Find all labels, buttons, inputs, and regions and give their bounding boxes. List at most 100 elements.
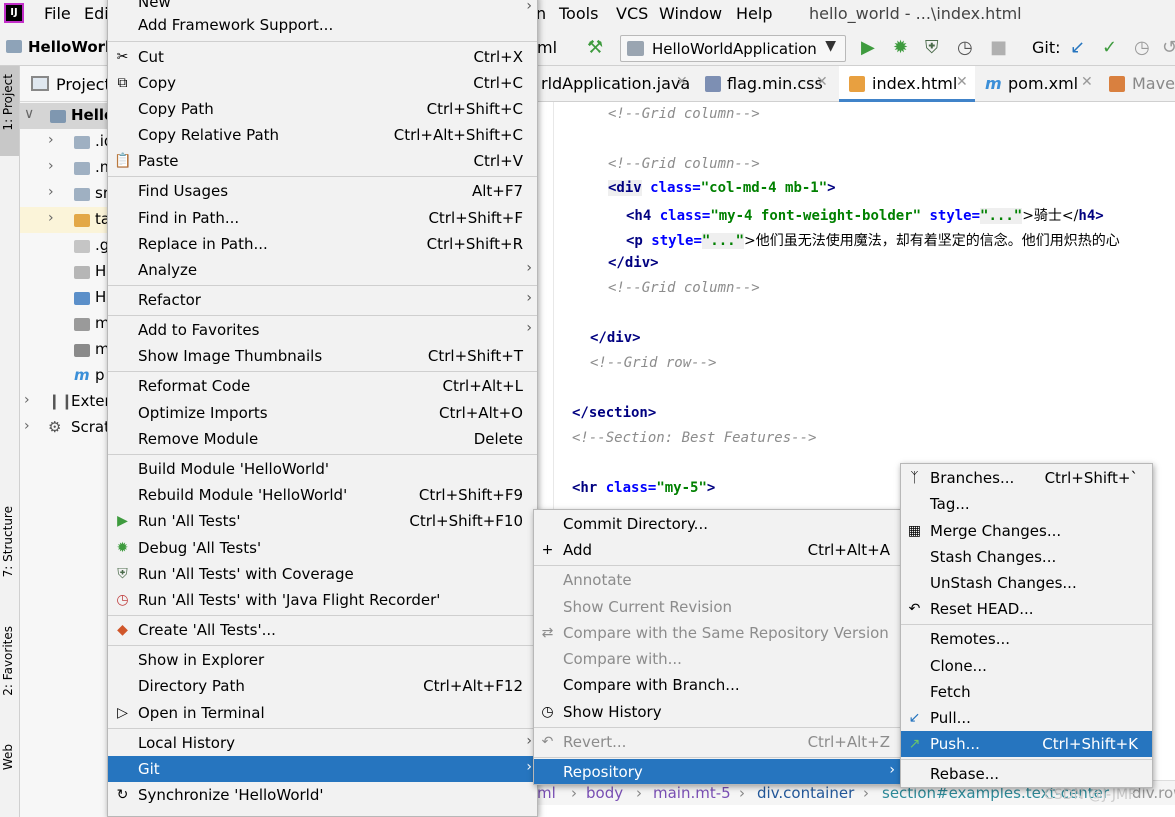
run-config-select[interactable]: HelloWorldApplication ▼	[620, 35, 846, 62]
menu-item-git[interactable]: Git ›	[108, 756, 537, 782]
menu-item-revert[interactable]: ↶ Revert... Ctrl+Alt+Z	[534, 729, 900, 755]
menu-item-optimize-imports[interactable]: Optimize Imports Ctrl+Alt+O	[108, 400, 537, 426]
breadcrumb-item[interactable]: main.mt-5	[653, 784, 731, 802]
tool-tab-structure[interactable]: 7: Structure	[1, 506, 15, 577]
breadcrumb-item[interactable]: ml	[537, 784, 556, 802]
menu-item-copy-path[interactable]: Copy Path Ctrl+Shift+C	[108, 96, 537, 122]
git-rollback-icon[interactable]: ↺	[1162, 38, 1175, 58]
menu-item-annotate[interactable]: Annotate	[534, 567, 900, 593]
menu-item-run-jfr[interactable]: ◷ Run 'All Tests' with 'Java Flight Recor…	[108, 587, 537, 613]
tree-item[interactable]: m	[20, 337, 107, 363]
menu-item-find-usages[interactable]: Find Usages Alt+F7	[108, 178, 537, 204]
tab-flag-css[interactable]: flag.min.css ✕	[699, 66, 837, 102]
close-icon[interactable]: ✕	[816, 74, 828, 90]
tree-scratches[interactable]: › ⚙ Scrat	[20, 415, 107, 441]
menu-item-replace-in-path[interactable]: Replace in Path... Ctrl+Shift+R	[108, 231, 537, 257]
tree-item[interactable]: m p	[20, 363, 107, 389]
menu-item-copy[interactable]: ⧉ Copy Ctrl+C	[108, 70, 537, 96]
menu-item-refactor[interactable]: Refactor ›	[108, 287, 537, 313]
menu-item-build-module[interactable]: Build Module 'HelloWorld'	[108, 456, 537, 482]
nav-partial-file[interactable]: ml	[537, 38, 557, 57]
tree-item[interactable]: › sr	[20, 181, 107, 207]
tab-pom-xml[interactable]: m pom.xml ✕	[977, 66, 1101, 102]
menu-item-cut[interactable]: ✂ Cut Ctrl+X	[108, 44, 537, 70]
menu-item-run-coverage[interactable]: ⛨ Run 'All Tests' with Coverage	[108, 561, 537, 587]
menu-item-clone[interactable]: Clone...	[901, 653, 1152, 679]
menu-item-show-current-revision[interactable]: Show Current Revision	[534, 594, 900, 620]
menu-item-create-all-tests[interactable]: ◆ Create 'All Tests'...	[108, 617, 537, 643]
menu-item-reformat-code[interactable]: Reformat Code Ctrl+Alt+L	[108, 373, 537, 399]
tree-item[interactable]: › .id	[20, 129, 107, 155]
menu-item-merge-changes[interactable]: ▦ Merge Changes...	[901, 518, 1152, 544]
menu-item-rebase[interactable]: Rebase...	[901, 761, 1152, 787]
menu-item-compare-with[interactable]: Compare with...	[534, 646, 900, 672]
menu-item-repository[interactable]: Repository ›	[534, 759, 900, 784]
git-update-icon[interactable]: ↙	[1070, 38, 1085, 58]
tree-item[interactable]: › .m	[20, 155, 107, 181]
build-hammer-icon[interactable]: ⚒	[587, 38, 603, 58]
close-icon[interactable]: ✕	[1081, 74, 1093, 90]
menu-edit[interactable]: Edi	[84, 4, 109, 23]
debug-icon[interactable]: ✹	[893, 38, 908, 58]
tool-tab-favorites[interactable]: 2: Favorites	[1, 626, 15, 696]
breadcrumb-item[interactable]: body	[586, 784, 623, 802]
menu-item-compare-same-repo[interactable]: ⇄ Compare with the Same Repository Versio…	[534, 620, 900, 646]
menu-item-pull[interactable]: ↙ Pull...	[901, 705, 1152, 731]
menu-item-paste[interactable]: 📋 Paste Ctrl+V	[108, 148, 537, 174]
menu-item-rebuild-module[interactable]: Rebuild Module 'HelloWorld' Ctrl+Shift+F9	[108, 482, 537, 508]
tree-item[interactable]: H	[20, 285, 107, 311]
tool-tab-project[interactable]: 1: Project	[1, 74, 15, 131]
menu-item-reset-head[interactable]: ↶ Reset HEAD...	[901, 596, 1152, 622]
tab-maven[interactable]: Maven	[1103, 66, 1175, 102]
menu-item-stash-changes[interactable]: Stash Changes...	[901, 544, 1152, 570]
menu-item-directory-path[interactable]: Directory Path Ctrl+Alt+F12	[108, 673, 537, 699]
tree-item[interactable]: m	[20, 311, 107, 337]
breadcrumb-item[interactable]: div.container	[757, 784, 854, 802]
tab-application-java[interactable]: rldApplication.java ✕	[537, 66, 697, 102]
close-icon[interactable]: ✕	[956, 74, 968, 90]
stop-icon[interactable]: ■	[990, 38, 1007, 58]
menu-item-local-history[interactable]: Local History ›	[108, 730, 537, 756]
tree-item[interactable]: H	[20, 259, 107, 285]
tree-external-libraries[interactable]: › ❙❙ Exter	[20, 389, 107, 415]
git-history-icon[interactable]: ◷	[1134, 38, 1150, 58]
menu-window[interactable]: Window	[659, 4, 722, 23]
menu-item-push[interactable]: ↗ Push... Ctrl+Shift+K	[901, 731, 1152, 757]
menu-item-open-terminal[interactable]: ▷ Open in Terminal	[108, 700, 537, 726]
menu-item-show-history[interactable]: ◷ Show History	[534, 699, 900, 725]
tool-tab-web[interactable]: Web	[1, 744, 15, 770]
menu-item-synchronize[interactable]: ↻ Synchronize 'HelloWorld'	[108, 782, 537, 808]
menu-item-branches[interactable]: ᛉ Branches... Ctrl+Shift+`	[901, 465, 1152, 491]
tree-root[interactable]: ∨ Hello	[20, 103, 107, 129]
git-commit-icon[interactable]: ✓	[1102, 38, 1117, 58]
tree-item[interactable]: › ta	[20, 207, 107, 233]
menu-help[interactable]: Help	[736, 4, 772, 23]
menu-item-debug-all-tests[interactable]: ✹ Debug 'All Tests'	[108, 535, 537, 561]
menu-item-find-in-path[interactable]: Find in Path... Ctrl+Shift+F	[108, 205, 537, 231]
menu-item-fetch[interactable]: Fetch	[901, 679, 1152, 705]
close-icon[interactable]: ✕	[676, 74, 688, 90]
menu-item-remotes[interactable]: Remotes...	[901, 626, 1152, 652]
menu-item-analyze[interactable]: Analyze ›	[108, 257, 537, 283]
menu-item-add-to-favorites[interactable]: Add to Favorites ›	[108, 317, 537, 343]
tab-index-html[interactable]: index.html ✕	[839, 66, 975, 102]
menu-item-tag[interactable]: Tag...	[901, 491, 1152, 517]
menu-item-unstash-changes[interactable]: UnStash Changes...	[901, 570, 1152, 596]
tree-item[interactable]: .g	[20, 233, 107, 259]
coverage-icon[interactable]: ⛨	[925, 38, 939, 58]
project-panel-title[interactable]: Project	[56, 75, 107, 94]
menu-item-copy-relative-path[interactable]: Copy Relative Path Ctrl+Alt+Shift+C	[108, 122, 537, 148]
menu-item-commit-directory[interactable]: Commit Directory...	[534, 511, 900, 537]
menu-item-compare-branch[interactable]: Compare with Branch...	[534, 672, 900, 698]
profile-icon[interactable]: ◷	[957, 38, 973, 58]
menu-item-show-in-explorer[interactable]: Show in Explorer	[108, 647, 537, 673]
menu-item-remove-module[interactable]: Remove Module Delete	[108, 426, 537, 452]
menu-item-show-thumbnails[interactable]: Show Image Thumbnails Ctrl+Shift+T	[108, 343, 537, 369]
menu-item-add[interactable]: + Add Ctrl+Alt+A	[534, 537, 900, 563]
run-icon[interactable]: ▶	[861, 38, 875, 58]
menu-file[interactable]: File	[44, 4, 71, 23]
menu-tools[interactable]: Tools	[559, 4, 598, 23]
menu-item-add-framework[interactable]: Add Framework Support...	[108, 12, 537, 38]
menu-vcs[interactable]: VCS	[616, 4, 648, 23]
menu-item-run-all-tests[interactable]: ▶ Run 'All Tests' Ctrl+Shift+F10	[108, 508, 537, 534]
